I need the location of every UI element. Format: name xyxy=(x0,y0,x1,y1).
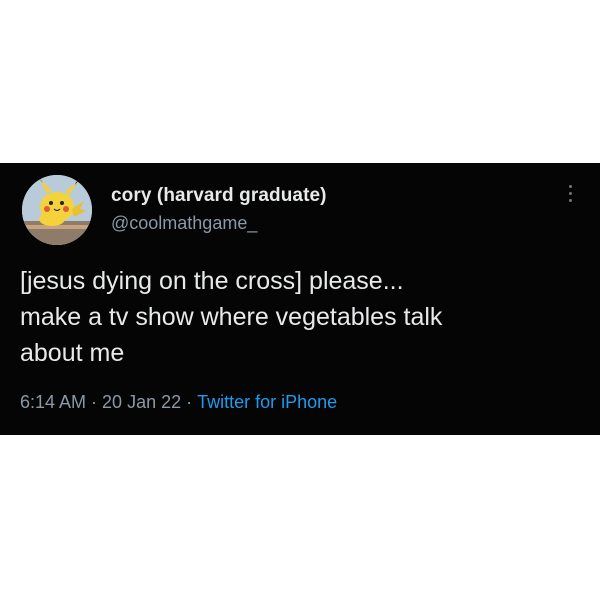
tweet-text-line: about me xyxy=(20,339,125,367)
more-options-icon[interactable] xyxy=(562,185,578,211)
tweet-source-link[interactable]: Twitter for iPhone xyxy=(197,392,337,412)
separator: · xyxy=(91,392,98,412)
tweet-text-line: make a tv show where vegetables talk xyxy=(20,303,443,331)
avatar[interactable] xyxy=(22,175,92,245)
user-handle[interactable]: @coolmathgame_ xyxy=(111,213,257,234)
tweet-card: cory (harvard graduate) @coolmathgame_ [… xyxy=(0,163,600,435)
tweet-text-line: [jesus dying on the cross] please... xyxy=(20,267,404,295)
display-name[interactable]: cory (harvard graduate) xyxy=(111,185,327,207)
tweet-time[interactable]: 6:14 AM xyxy=(20,392,86,412)
separator: · xyxy=(186,392,193,412)
tweet-metadata: 6:14 AM · 20 Jan 22 · Twitter for iPhone xyxy=(20,392,337,413)
tweet-date[interactable]: 20 Jan 22 xyxy=(102,392,181,412)
pikachu-avatar-icon xyxy=(22,175,92,245)
tweet-text: [jesus dying on the cross] please... mak… xyxy=(20,263,590,371)
